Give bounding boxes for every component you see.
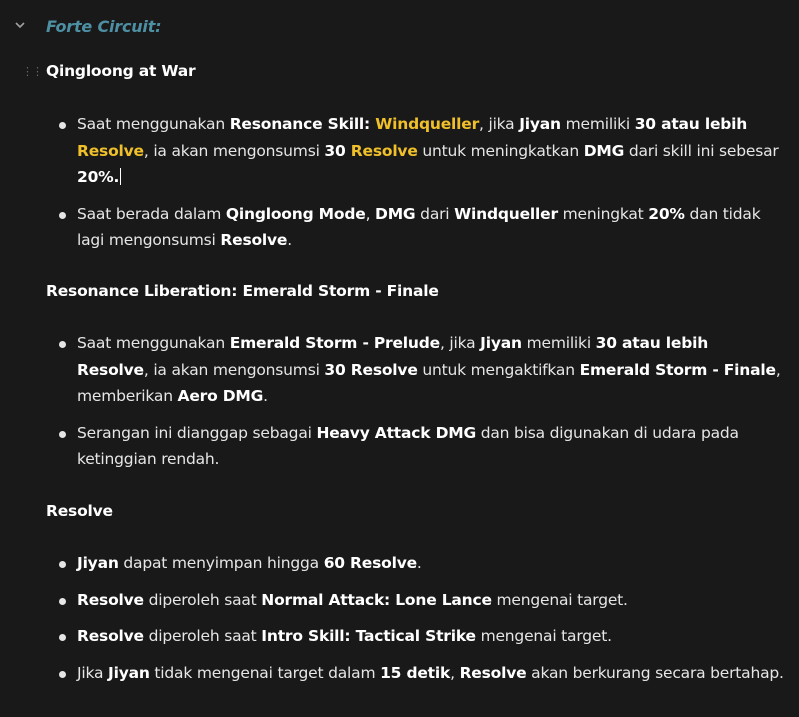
list-item: Resolve diperoleh saat Intro Skill: Tact… <box>56 623 784 650</box>
section-title-qingloong: Qingloong at War <box>46 62 196 80</box>
list-item: Resolve diperoleh saat Normal Attack: Lo… <box>56 587 784 614</box>
text-cursor <box>120 168 122 185</box>
list-item: Saat menggunakan Emerald Storm - Prelude… <box>56 330 784 410</box>
list-item: Serangan ini dianggap sebagai Heavy Atta… <box>56 420 784 473</box>
bullet-list: Saat menggunakan Emerald Storm - Prelude… <box>56 330 784 473</box>
section-title-resolve: Resolve <box>46 502 113 520</box>
bullet-list: Saat menggunakan Resonance Skill: Windqu… <box>56 111 784 254</box>
bullet-list: Jiyan dapat menyimpan hingga 60 Resolve.… <box>56 550 784 686</box>
list-item: Saat berada dalam Qingloong Mode, DMG da… <box>56 201 784 254</box>
section-title-resonance-liberation: Resonance Liberation: Emerald Storm - Fi… <box>46 282 439 300</box>
list-item: Saat menggunakan Resonance Skill: Windqu… <box>56 111 784 191</box>
list-item: Jika Jiyan tidak mengenai target dalam 1… <box>56 660 784 687</box>
toggle-heading[interactable]: Forte Circuit: <box>46 17 162 36</box>
drag-handle-icon[interactable]: ⋮⋮ <box>22 66 43 77</box>
list-item: Jiyan dapat menyimpan hingga 60 Resolve. <box>56 550 784 577</box>
chevron-down-icon[interactable] <box>12 17 28 33</box>
